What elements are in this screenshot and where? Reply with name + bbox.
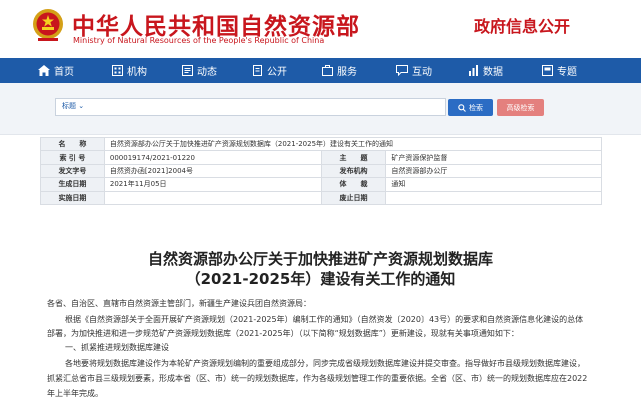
search-scope-select[interactable]: 标题 ⌄ bbox=[62, 101, 84, 111]
nav-label: 服务 bbox=[337, 67, 357, 78]
paragraph-1-line-1: 根据《自然资源部关于全面开展矿产资源规划（2021-2025年）编制工作的通知》… bbox=[65, 315, 584, 324]
news-icon bbox=[182, 65, 193, 76]
search-button-label: 检索 bbox=[469, 103, 483, 112]
site-subtitle: Ministry of Natural Resources of the Peo… bbox=[73, 36, 325, 45]
table-row: 生成日期 2021年11月05日 体 裁 通知 bbox=[40, 177, 602, 192]
data-icon bbox=[469, 65, 478, 76]
nav-item-topic[interactable]: 专题 bbox=[542, 58, 577, 83]
nav-item-organization[interactable]: 机构 bbox=[112, 58, 147, 83]
paragraph-2-line-3: 年上半年完成。 bbox=[47, 389, 103, 398]
doc-no-label: 发文字号 bbox=[40, 163, 105, 179]
salutation: 各省、自治区、直辖市自然资源主管部门，新疆生产建设兵团自然资源局： bbox=[47, 299, 311, 308]
name-value: 自然资源部办公厅关于加快推进矿产资源规划数据库（2021-2025年）建设有关工… bbox=[103, 136, 603, 152]
topic-value: 矿产资源保护监督 bbox=[385, 150, 602, 165]
advanced-search-button[interactable]: 高级检索 bbox=[497, 99, 544, 116]
nav-item-home[interactable]: 首页 bbox=[38, 58, 74, 83]
paragraph-1-line-2: 部署，为加快推进和进一步规范矿产资源规划数据库（2021-2025年）（以下简称… bbox=[47, 329, 519, 338]
issuer-value: 自然资源部办公厅 bbox=[385, 163, 602, 179]
nav-label: 首页 bbox=[54, 67, 74, 78]
index-label: 索 引 号 bbox=[40, 150, 105, 165]
nav-item-interact[interactable]: 互动 bbox=[396, 58, 432, 83]
paragraph-2-line-1: 各地要将规划数据库建设作为本轮矿产资源规划编制的重要组成部分，同步完成省级规划数… bbox=[65, 359, 585, 368]
nav-item-open[interactable]: 公开 bbox=[252, 58, 287, 83]
effective-date-value bbox=[103, 190, 322, 205]
national-emblem-icon[interactable] bbox=[31, 7, 65, 43]
topic-icon bbox=[542, 65, 553, 76]
table-row: 发文字号 自然资办函[2021]2004号 发布机构 自然资源部办公厅 bbox=[40, 163, 602, 179]
genre-value: 通知 bbox=[385, 177, 602, 192]
nav-item-service[interactable]: 服务 bbox=[322, 58, 357, 83]
table-row: 实施日期 废止日期 bbox=[40, 190, 602, 205]
paragraph-2-line-2: 抓紧汇总省市县三级规划要素，形成本省（区、市）统一的规划数据库，作为各级规划管理… bbox=[47, 374, 588, 383]
chat-icon bbox=[396, 65, 408, 76]
nav-label: 数据 bbox=[483, 67, 503, 78]
table-row: 索 引 号 000019174/2021-01220 主 题 矿产资源保护监督 bbox=[40, 150, 602, 165]
article-title-line-2: （2021-2025年）建设有关工作的通知 bbox=[185, 270, 456, 288]
doc-no-value: 自然资办函[2021]2004号 bbox=[103, 163, 322, 179]
nav-item-data[interactable]: 数据 bbox=[468, 58, 503, 83]
nav-item-news[interactable]: 动态 bbox=[182, 58, 217, 83]
genre-label: 体 裁 bbox=[320, 177, 387, 192]
search-input[interactable]: 标题 ⌄ bbox=[55, 98, 446, 116]
chevron-down-icon: ⌄ bbox=[78, 102, 85, 110]
section-heading-1: 一、抓紧推进规划数据库建设 bbox=[65, 343, 169, 352]
date-label: 生成日期 bbox=[40, 177, 105, 192]
nav-label: 动态 bbox=[197, 67, 217, 78]
main-nav: 首页 机构 动态 公开 服务 互动 数据 专题 bbox=[0, 58, 641, 83]
search-icon bbox=[458, 103, 466, 112]
organization-icon bbox=[112, 65, 123, 76]
site-header: 中华人民共和国自然资源部 Ministry of Natural Resourc… bbox=[0, 0, 641, 58]
effective-date-label: 实施日期 bbox=[40, 190, 105, 205]
issuer-label: 发布机构 bbox=[320, 163, 387, 179]
search-button[interactable]: 检索 bbox=[448, 99, 493, 116]
document-info-table: 名 称 自然资源部办公厅关于加快推进矿产资源规划数据库（2021-2025年）建… bbox=[40, 136, 603, 205]
index-value: 000019174/2021-01220 bbox=[103, 150, 322, 165]
nav-label: 互动 bbox=[412, 67, 432, 78]
topic-label: 主 题 bbox=[320, 150, 387, 165]
expiry-date-value bbox=[385, 190, 602, 205]
table-row: 名 称 自然资源部办公厅关于加快推进矿产资源规划数据库（2021-2025年）建… bbox=[40, 136, 603, 152]
nav-label: 公开 bbox=[267, 67, 287, 78]
gov-info-open-label[interactable]: 政府信息公开 bbox=[474, 13, 570, 37]
open-info-icon bbox=[253, 65, 262, 76]
nav-label: 机构 bbox=[127, 67, 147, 78]
nav-label: 专题 bbox=[557, 67, 577, 78]
service-icon bbox=[322, 65, 333, 76]
expiry-date-label: 废止日期 bbox=[320, 190, 387, 205]
home-icon bbox=[38, 65, 50, 76]
date-value: 2021年11月05日 bbox=[103, 177, 322, 192]
article-title-line-1: 自然资源部办公厅关于加快推进矿产资源规划数据库 bbox=[147, 250, 493, 268]
name-label: 名 称 bbox=[40, 136, 105, 152]
article-title: 自然资源部办公厅关于加快推进矿产资源规划数据库 （2021-2025年）建设有关… bbox=[0, 249, 641, 289]
